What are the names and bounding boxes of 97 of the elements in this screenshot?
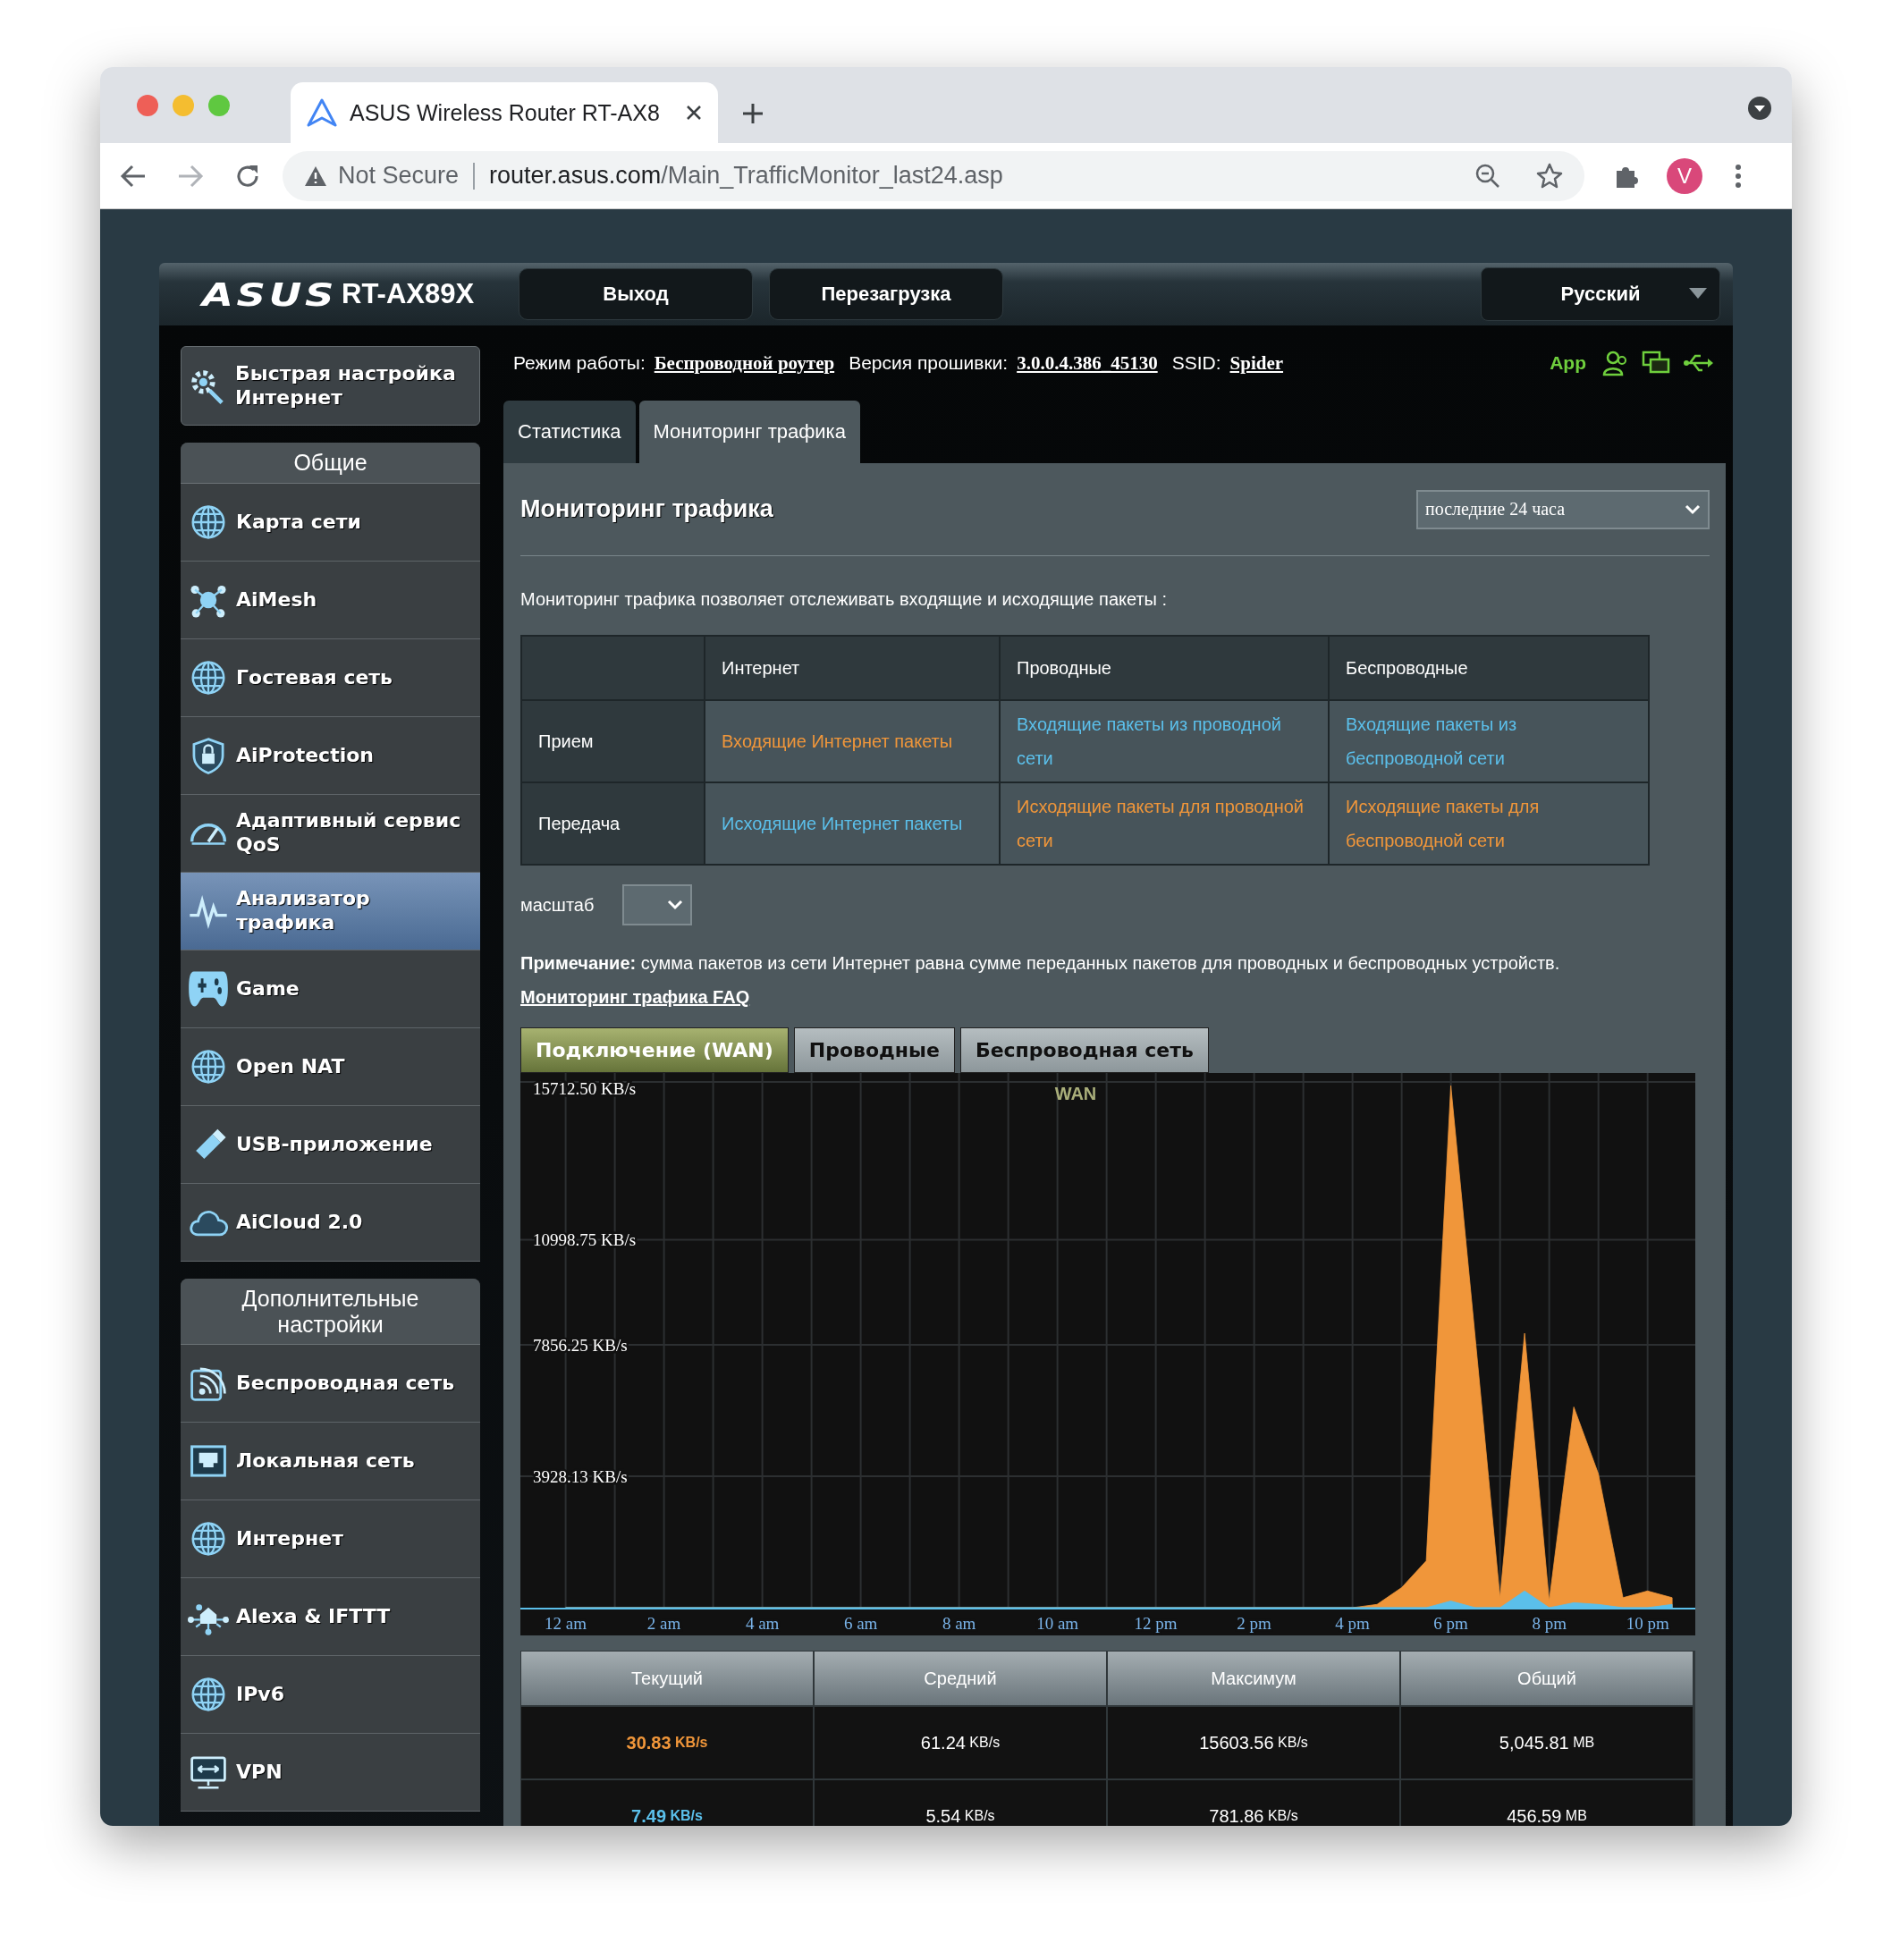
table-cell: 7.49 KB/s xyxy=(521,1778,815,1826)
column-header: Общий xyxy=(1401,1652,1694,1705)
column-header: Интернет xyxy=(705,636,1000,700)
chart-title: WAN xyxy=(1054,1084,1097,1103)
plus-icon[interactable] xyxy=(741,102,764,125)
x-axis-label: 12 am xyxy=(545,1614,587,1633)
description-text: Мониторинг трафика позволяет отслеживать входящие и исходящие пакеты : xyxy=(520,588,1169,611)
x-axis-label: 10 am xyxy=(1036,1614,1079,1633)
menu-icon[interactable] xyxy=(1735,163,1742,189)
note-text: Примечание: сумма пакетов из сети Интернет равна сумме переданных пакетов для проводных и беспроводных устройств. xyxy=(520,952,1561,975)
sidebar-item[interactable]: Локальная сеть xyxy=(181,1423,480,1501)
x-axis-label: 4 pm xyxy=(1335,1614,1370,1633)
profile-avatar[interactable]: V xyxy=(1667,157,1702,194)
column-header: Текущий xyxy=(521,1652,815,1705)
table-cell: 15603.56 KB/s xyxy=(1108,1705,1401,1778)
info-label: Версия прошивки: xyxy=(849,352,1009,374)
y-axis-label: 10998.75 KB/s xyxy=(533,1230,637,1250)
chevron-icon xyxy=(667,900,684,910)
sidebar-item[interactable]: Alexa & IFTTT xyxy=(181,1578,480,1657)
sidebar-item[interactable]: Адаптивный сервис QoS xyxy=(181,794,480,873)
sidebar-item[interactable]: AiCloud 2.0 xyxy=(181,1183,480,1262)
x-axis-label: 10 pm xyxy=(1626,1614,1669,1633)
header-button[interactable]: Выход xyxy=(519,268,753,320)
x-axis-label: 6 pm xyxy=(1433,1614,1468,1633)
chart-tab[interactable]: Проводные xyxy=(793,1027,955,1073)
y-axis-label: 15712.50 KB/s xyxy=(533,1079,637,1098)
table-cell: 781.86 KB/s xyxy=(1108,1778,1401,1826)
table-cell: 456.59 MB xyxy=(1401,1778,1694,1826)
close-icon[interactable] xyxy=(686,105,702,121)
info-label: Режим работы: xyxy=(513,352,646,374)
info-link[interactable]: Spider xyxy=(1229,351,1284,375)
column-header: Средний xyxy=(815,1652,1108,1705)
section-header: Общие xyxy=(181,443,480,484)
header-button[interactable]: Перезагрузка xyxy=(769,268,1003,320)
browser-tab[interactable]: ASUS Wireless Router RT-AX8 xyxy=(291,82,718,143)
x-axis-label: 6 am xyxy=(843,1614,878,1633)
sidebar-item[interactable]: Беспроводная сеть xyxy=(181,1345,480,1424)
table-cell: Входящие Интернет пакеты xyxy=(705,700,1000,782)
info-link[interactable]: 3.0.0.4.386_45130 xyxy=(1017,351,1158,375)
info-label: SSID: xyxy=(1171,352,1221,374)
table-cell: 5.54 KB/s xyxy=(815,1778,1108,1826)
language-select[interactable]: Русский xyxy=(1481,267,1720,321)
section-header: Дополнительные настройки xyxy=(181,1278,480,1346)
sidebar-item[interactable]: IPv6 xyxy=(181,1656,480,1735)
close-window-button[interactable] xyxy=(137,94,158,116)
faq-link[interactable]: Мониторинг трафика FAQ xyxy=(520,980,750,1014)
x-axis-label: 8 pm xyxy=(1532,1614,1567,1633)
info-link[interactable]: Беспроводной роутер xyxy=(654,351,835,375)
star-icon[interactable] xyxy=(1536,162,1563,190)
table-cell: 61.24 KB/s xyxy=(815,1705,1108,1778)
y-axis-label: 7856.25 KB/s xyxy=(533,1336,628,1355)
sidebar-item[interactable]: Карта сети xyxy=(181,483,480,562)
row-header: Передача xyxy=(521,782,705,865)
panel-title: Мониторинг трафика xyxy=(520,495,773,523)
zoom-out-icon[interactable] xyxy=(1475,163,1500,189)
x-axis-label: 12 pm xyxy=(1134,1614,1178,1633)
page-tab[interactable]: Статистика xyxy=(503,401,636,463)
users-icon[interactable] xyxy=(1602,350,1629,376)
column-header: Беспроводные xyxy=(1329,636,1649,700)
x-axis-label: 8 am xyxy=(942,1614,976,1633)
chart-tab[interactable]: Беспроводная сеть xyxy=(959,1027,1209,1073)
page-tab[interactable]: Мониторинг трафика xyxy=(638,401,860,463)
column-header: Проводные xyxy=(1000,636,1329,700)
sidebar-item[interactable]: USB-приложение xyxy=(181,1105,480,1184)
address-bar[interactable]: Not Secure router.asus.com/Main_TrafficMonitor_last24.asp xyxy=(283,150,1584,201)
sidebar-item[interactable]: AiMesh xyxy=(181,561,480,639)
x-axis-label: 4 am xyxy=(745,1614,780,1633)
y-axis-label: 3928.13 KB/s xyxy=(533,1467,628,1486)
period-select[interactable]: последние 24 часа xyxy=(1416,489,1710,529)
x-axis-label: 2 pm xyxy=(1237,1614,1271,1633)
scale-label: масштаб xyxy=(520,894,595,916)
sidebar-item[interactable]: VPN xyxy=(181,1734,480,1812)
table-cell: Входящие пакеты из беспроводной сети xyxy=(1329,700,1649,782)
sidebar-item[interactable]: AiProtection xyxy=(181,716,480,795)
security-label: Not Secure xyxy=(338,162,460,190)
table-cell: Входящие пакеты из проводной сети xyxy=(1000,700,1329,782)
triangle-logo-icon xyxy=(307,98,337,127)
x-axis-label: 2 am xyxy=(646,1614,681,1633)
column-header: Максимум xyxy=(1108,1652,1401,1705)
caret-icon xyxy=(1689,288,1707,299)
url-text: router.asus.com/Main_TrafficMonitor_last24.asp xyxy=(489,162,1004,190)
sidebar-item[interactable]: Game xyxy=(181,950,480,1028)
table-cell: Исходящие Интернет пакеты xyxy=(705,782,1000,865)
warning-icon xyxy=(304,165,327,187)
app-link[interactable]: App xyxy=(1550,352,1586,374)
sidebar-item[interactable]: Open NAT xyxy=(181,1027,480,1106)
table-cell: Исходящие пакеты для беспроводной сети xyxy=(1329,782,1649,865)
sidebar-item[interactable]: Гостевая сеть xyxy=(181,638,480,717)
back-arrow-icon[interactable] xyxy=(120,163,147,189)
sidebar-item[interactable]: Интернет xyxy=(181,1500,480,1579)
table-cell: 5,045.81 MB xyxy=(1401,1705,1694,1778)
quick-setup-button[interactable]: Быстрая настройка Интернет xyxy=(181,346,480,426)
table-cell: 30.83 KB/s xyxy=(521,1705,815,1778)
table-cell: Исходящие пакеты для проводной сети xyxy=(1000,782,1329,865)
row-header: Прием xyxy=(521,700,705,782)
sidebar-item[interactable]: Анализатор трафика xyxy=(181,872,480,950)
chevron-icon xyxy=(1685,503,1701,515)
